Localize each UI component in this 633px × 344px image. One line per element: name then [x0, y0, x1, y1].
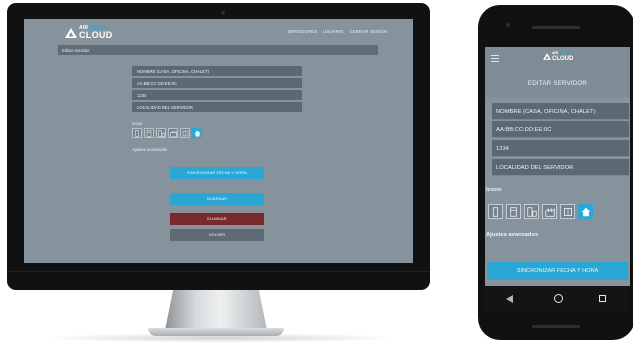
location-field[interactable]: LOCALIDAD DEL SERVIDOR	[492, 159, 629, 176]
building-icon[interactable]	[524, 204, 539, 219]
building-icon[interactable]	[156, 128, 166, 138]
phone-screen: AIR HOME CLOUD EDITAR SERVIDOR NOMBRE (C…	[485, 47, 630, 312]
fridge-icon[interactable]	[144, 128, 154, 138]
desktop-logo[interactable]: AIR HOME CLOUD	[65, 26, 113, 40]
monitor-stand	[165, 290, 267, 330]
page-title: Editar servidor	[58, 45, 378, 55]
name-field[interactable]: NOMBRE (CASA, OFICINA, CHALET)	[492, 103, 629, 120]
phone-bottom-speaker	[532, 325, 580, 328]
hamburger-menu-icon[interactable]	[491, 55, 499, 62]
pin-field[interactable]: 1234	[492, 140, 629, 157]
icon-label: Icono	[486, 187, 502, 193]
phone-speaker	[532, 26, 580, 29]
sync-datetime-button[interactable]: SINCRONIZAR FECHA Y HORA	[487, 262, 628, 280]
save-button[interactable]: GUARDAR	[170, 193, 264, 205]
icon-label: Icono	[132, 121, 143, 126]
nav-back-icon[interactable]	[506, 295, 513, 303]
fridge-icon[interactable]	[506, 204, 521, 219]
monitor-chin	[7, 271, 430, 272]
phone-device-icon[interactable]	[132, 128, 142, 138]
phone-device-icon[interactable]	[488, 204, 503, 219]
back-button[interactable]: VOLVER	[170, 229, 264, 241]
home-icon[interactable]	[578, 204, 593, 219]
desktop-monitor: AIR HOME CLOUD SERVIDORES USUARIO CERRAR…	[7, 3, 430, 290]
nav-usuario[interactable]: USUARIO	[323, 29, 343, 34]
nav-cerrar-sesion[interactable]: CERRAR SESIÓN	[350, 29, 387, 34]
factory-icon[interactable]	[168, 128, 178, 138]
sync-datetime-button[interactable]: SINCRONIZAR FECHA Y HORA	[170, 167, 264, 179]
phone-logo: AIR HOME CLOUD	[543, 51, 574, 62]
desktop-screen: AIR HOME CLOUD SERVIDORES USUARIO CERRAR…	[24, 19, 413, 263]
mac-field[interactable]: AA:BB:CC:DD:EE:0C	[132, 78, 302, 88]
delete-button[interactable]: ELIMINAR	[170, 213, 264, 225]
nav-servidores[interactable]: SERVIDORES	[288, 29, 317, 34]
icon-picker	[488, 204, 593, 219]
factory-icon[interactable]	[542, 204, 557, 219]
outlet-icon[interactable]	[560, 204, 575, 219]
mobile-phone: AIR HOME CLOUD EDITAR SERVIDOR NOMBRE (C…	[478, 5, 633, 340]
brand-triangle-icon	[65, 28, 77, 38]
advanced-settings-link[interactable]: Ajustes avanzados	[132, 147, 167, 152]
phone-header: AIR HOME CLOUD EDITAR SERVIDOR	[485, 47, 630, 97]
top-nav: SERVIDORES USUARIO CERRAR SESIÓN	[288, 29, 387, 34]
brand-line2: CLOUD	[79, 30, 113, 40]
pin-field[interactable]: 1234	[132, 90, 302, 100]
brand-triangle-icon	[543, 53, 551, 61]
brand-line2: CLOUD	[552, 55, 574, 62]
nav-home-icon[interactable]	[554, 294, 563, 303]
monitor-base	[148, 328, 284, 336]
name-field[interactable]: NOMBRE (CASA, OFICINA, CHALET)	[132, 66, 302, 76]
outlet-icon[interactable]	[180, 128, 190, 138]
phone-page-title: EDITAR SERVIDOR	[527, 80, 588, 87]
location-field[interactable]: LOCALIDAD DEL SERVIDOR	[132, 102, 302, 112]
home-icon[interactable]	[192, 128, 202, 138]
phone-camera	[506, 23, 510, 27]
icon-picker	[132, 128, 202, 138]
mac-field[interactable]: AA:BB:CC:DD:EE:0C	[492, 121, 629, 138]
monitor-camera	[221, 11, 225, 15]
nav-recent-apps-icon[interactable]	[599, 295, 606, 302]
android-nav-bar	[485, 286, 630, 312]
advanced-settings-link[interactable]: Ajustes avanzados	[486, 232, 538, 238]
